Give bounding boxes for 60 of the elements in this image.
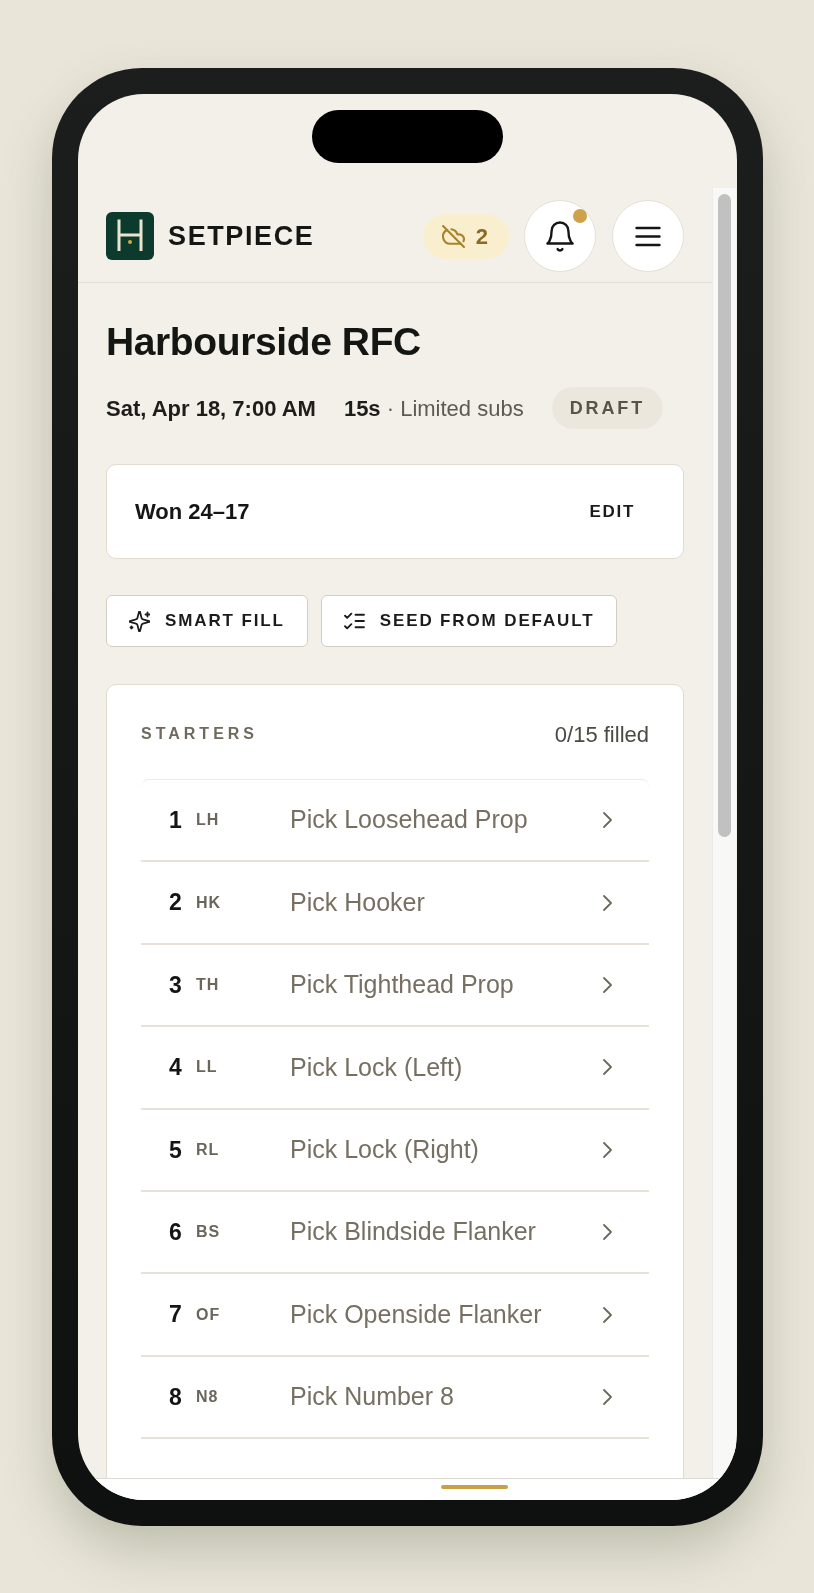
chevron-right-icon bbox=[602, 1387, 613, 1406]
jersey-number: 6 bbox=[169, 1218, 182, 1245]
cloud-off-icon bbox=[441, 224, 465, 248]
jersey-number: 4 bbox=[169, 1054, 182, 1081]
checklist-icon bbox=[343, 612, 365, 630]
lineup-slot-row[interactable]: 8 N8 Pick Number 8 bbox=[141, 1356, 649, 1440]
match-score: Won 24–17 bbox=[135, 498, 250, 526]
pick-player-label: Pick Number 8 bbox=[290, 1382, 454, 1411]
jersey-number: 2 bbox=[169, 889, 182, 916]
jersey-number: 8 bbox=[169, 1383, 182, 1410]
pick-player-label: Pick Lock (Left) bbox=[290, 1052, 463, 1081]
chevron-right-icon bbox=[602, 1305, 613, 1324]
scrollbar-thumb[interactable] bbox=[718, 194, 731, 837]
match-datetime: Sat, Apr 18, 7:00 AM bbox=[106, 394, 316, 423]
lineup-slot-row[interactable]: 1 LH Pick Loosehead Prop bbox=[141, 780, 649, 863]
lineup-slot-row[interactable]: 4 LL Pick Lock (Left) bbox=[141, 1027, 649, 1110]
status-pill: DRAFT bbox=[551, 387, 664, 429]
position-code: TH bbox=[196, 975, 220, 993]
active-indicator-bar bbox=[441, 1485, 508, 1489]
jersey-number: 5 bbox=[169, 1136, 182, 1163]
goalposts-logo-icon bbox=[106, 212, 154, 260]
position-code: OF bbox=[196, 1305, 221, 1323]
chevron-right-icon bbox=[602, 893, 613, 912]
edit-button[interactable]: EDIT bbox=[569, 488, 655, 535]
pick-player-label: Pick Blindside Flanker bbox=[290, 1217, 536, 1246]
position-code: BS bbox=[196, 1223, 221, 1241]
section-title: STARTERS bbox=[141, 724, 259, 744]
lineup-slot-row[interactable]: 2 HK Pick Hooker bbox=[141, 862, 649, 945]
chevron-right-icon bbox=[602, 811, 613, 830]
position-code: LL bbox=[196, 1058, 218, 1076]
bell-icon bbox=[546, 220, 574, 252]
pick-player-label: Pick Tighthead Prop bbox=[290, 970, 514, 999]
menu-icon bbox=[635, 225, 661, 247]
smart-fill-button[interactable]: SMART FILL bbox=[106, 595, 308, 647]
jersey-number: 3 bbox=[169, 971, 182, 998]
jersey-number: 1 bbox=[169, 806, 182, 833]
pick-player-label: Pick Loosehead Prop bbox=[290, 805, 528, 834]
pick-player-label: Pick Hooker bbox=[290, 887, 425, 916]
pick-player-label: Pick Lock (Right) bbox=[290, 1135, 479, 1163]
lineup-slot-row[interactable]: 5 RL Pick Lock (Right) bbox=[141, 1109, 649, 1192]
brand-name: SETPIECE bbox=[168, 222, 315, 250]
chevron-right-icon bbox=[602, 975, 613, 994]
filled-count: 0/15 filled bbox=[554, 720, 649, 749]
lineup-slot-row[interactable]: 7 OF Pick Openside Flanker bbox=[141, 1274, 649, 1357]
lineup-slot-row[interactable]: 3 TH Pick Tighthead Prop bbox=[141, 944, 649, 1028]
match-format: 15s · Limited subs bbox=[343, 394, 524, 423]
match-title: Harbourside RFC bbox=[106, 319, 422, 365]
position-code: HK bbox=[196, 893, 222, 911]
chevron-right-icon bbox=[602, 1223, 613, 1242]
position-code: N8 bbox=[196, 1387, 219, 1405]
chevron-right-icon bbox=[602, 1140, 613, 1159]
pick-player-label: Pick Openside Flanker bbox=[290, 1299, 542, 1328]
seed-default-button[interactable]: SEED FROM DEFAULT bbox=[320, 595, 618, 647]
position-code: LH bbox=[196, 811, 220, 829]
chevron-right-icon bbox=[602, 1058, 613, 1077]
sparkles-icon bbox=[129, 610, 150, 632]
offline-sync-button[interactable]: 2 bbox=[422, 213, 509, 259]
lineup-slot-row[interactable]: 6 BS Pick Blindside Flanker bbox=[141, 1191, 649, 1275]
jersey-number: 7 bbox=[169, 1301, 182, 1328]
position-code: RL bbox=[196, 1140, 220, 1158]
